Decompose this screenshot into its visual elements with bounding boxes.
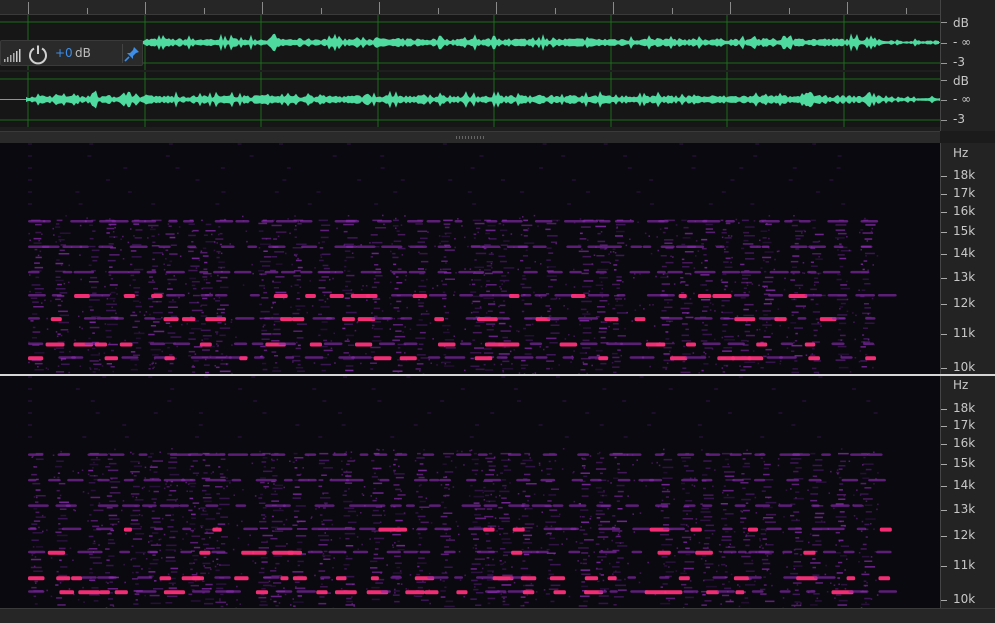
freq-label: 11k [953, 326, 975, 340]
spectrogram-top-graphic [0, 143, 940, 374]
track-controls: +0 dB [0, 40, 143, 66]
freq-tick [941, 334, 947, 335]
ruler-tick [438, 8, 439, 14]
ruler-tick [379, 2, 380, 14]
ruler-tick [789, 8, 790, 14]
freq-tick [941, 444, 947, 445]
volume-value[interactable]: +0 [55, 46, 73, 60]
frequency-scale-bottom[interactable]: Hz 18k 17k 16k 15k 14k 13k 12k 11k 10k [940, 376, 995, 608]
ruler-tick [204, 8, 205, 14]
amp-tick [941, 63, 947, 64]
freq-label: 11k [953, 558, 975, 572]
amp-tick [941, 100, 947, 101]
pin-icon[interactable] [122, 44, 142, 63]
splitter-grip-icon[interactable] [456, 136, 486, 139]
ruler-tick [145, 2, 146, 14]
ruler-tick [730, 2, 731, 14]
freq-tick [941, 409, 947, 410]
amp-tick [941, 80, 947, 81]
freq-tick [941, 232, 947, 233]
freq-tick [941, 486, 947, 487]
amp-mid-bottom: - ∞ [953, 92, 971, 106]
freq-tick [941, 254, 947, 255]
frequency-scale-top[interactable]: Hz 18k 17k 16k 15k 14k 13k 12k 11k 10k [940, 143, 995, 374]
amp-mid-top: - ∞ [953, 35, 971, 49]
volume-unit: dB [75, 46, 91, 60]
amp-tick [941, 120, 947, 121]
freq-label: 17k [953, 186, 975, 200]
freq-label: 13k [953, 502, 975, 516]
freq-label: 12k [953, 296, 975, 310]
amp-low-bottom: -3 [953, 112, 965, 126]
status-bar [0, 608, 995, 623]
ruler-tick [87, 8, 88, 14]
freq-label: 18k [953, 401, 975, 415]
freq-tick [941, 536, 947, 537]
waveform-bottom-graphic [0, 72, 940, 127]
spectral-channel-bottom[interactable] [0, 376, 940, 608]
ruler-tick [847, 2, 848, 14]
level-meter-icon[interactable] [3, 47, 23, 61]
time-ruler[interactable] [0, 0, 940, 15]
amp-tick [941, 43, 947, 44]
freq-unit-top: Hz [953, 146, 968, 160]
ruler-tick [613, 2, 614, 14]
freq-tick [941, 510, 947, 511]
freq-tick [941, 600, 947, 601]
freq-label: 18k [953, 168, 975, 182]
freq-label: 12k [953, 528, 975, 542]
spectral-channel-top[interactable] [0, 143, 940, 374]
freq-label: 10k [953, 360, 975, 374]
ruler-tick [321, 8, 322, 14]
waveform-panel: dB - ∞ -3 dB - ∞ -3 [0, 0, 995, 131]
freq-tick [941, 304, 947, 305]
ruler-tick [672, 8, 673, 14]
amp-unit-top: dB [953, 16, 969, 30]
waveform-channel-bottom[interactable] [0, 72, 940, 127]
freq-label: 17k [953, 418, 975, 432]
freq-label: 13k [953, 270, 975, 284]
ruler-tick [906, 8, 907, 14]
amp-tick [941, 22, 947, 23]
freq-tick [941, 194, 947, 195]
amplitude-scale[interactable]: dB - ∞ -3 dB - ∞ -3 [940, 0, 995, 131]
freq-label: 16k [953, 436, 975, 450]
freq-label: 10k [953, 592, 975, 606]
freq-tick [941, 176, 947, 177]
freq-label: 14k [953, 246, 975, 260]
spectrogram-bottom-graphic [0, 376, 940, 608]
power-icon[interactable] [27, 43, 49, 65]
freq-label: 15k [953, 456, 975, 470]
freq-label: 16k [953, 204, 975, 218]
freq-unit-bottom: Hz [953, 378, 968, 392]
freq-label: 15k [953, 224, 975, 238]
amp-low-top: -3 [953, 55, 965, 69]
freq-tick [941, 278, 947, 279]
freq-tick [941, 464, 947, 465]
amp-unit-bottom: dB [953, 74, 969, 88]
freq-tick [941, 212, 947, 213]
ruler-tick [262, 2, 263, 14]
freq-tick [941, 566, 947, 567]
ruler-tick [496, 2, 497, 14]
freq-tick [941, 426, 947, 427]
freq-label: 14k [953, 478, 975, 492]
ruler-tick [28, 2, 29, 14]
ruler-tick [555, 8, 556, 14]
freq-tick [941, 368, 947, 369]
